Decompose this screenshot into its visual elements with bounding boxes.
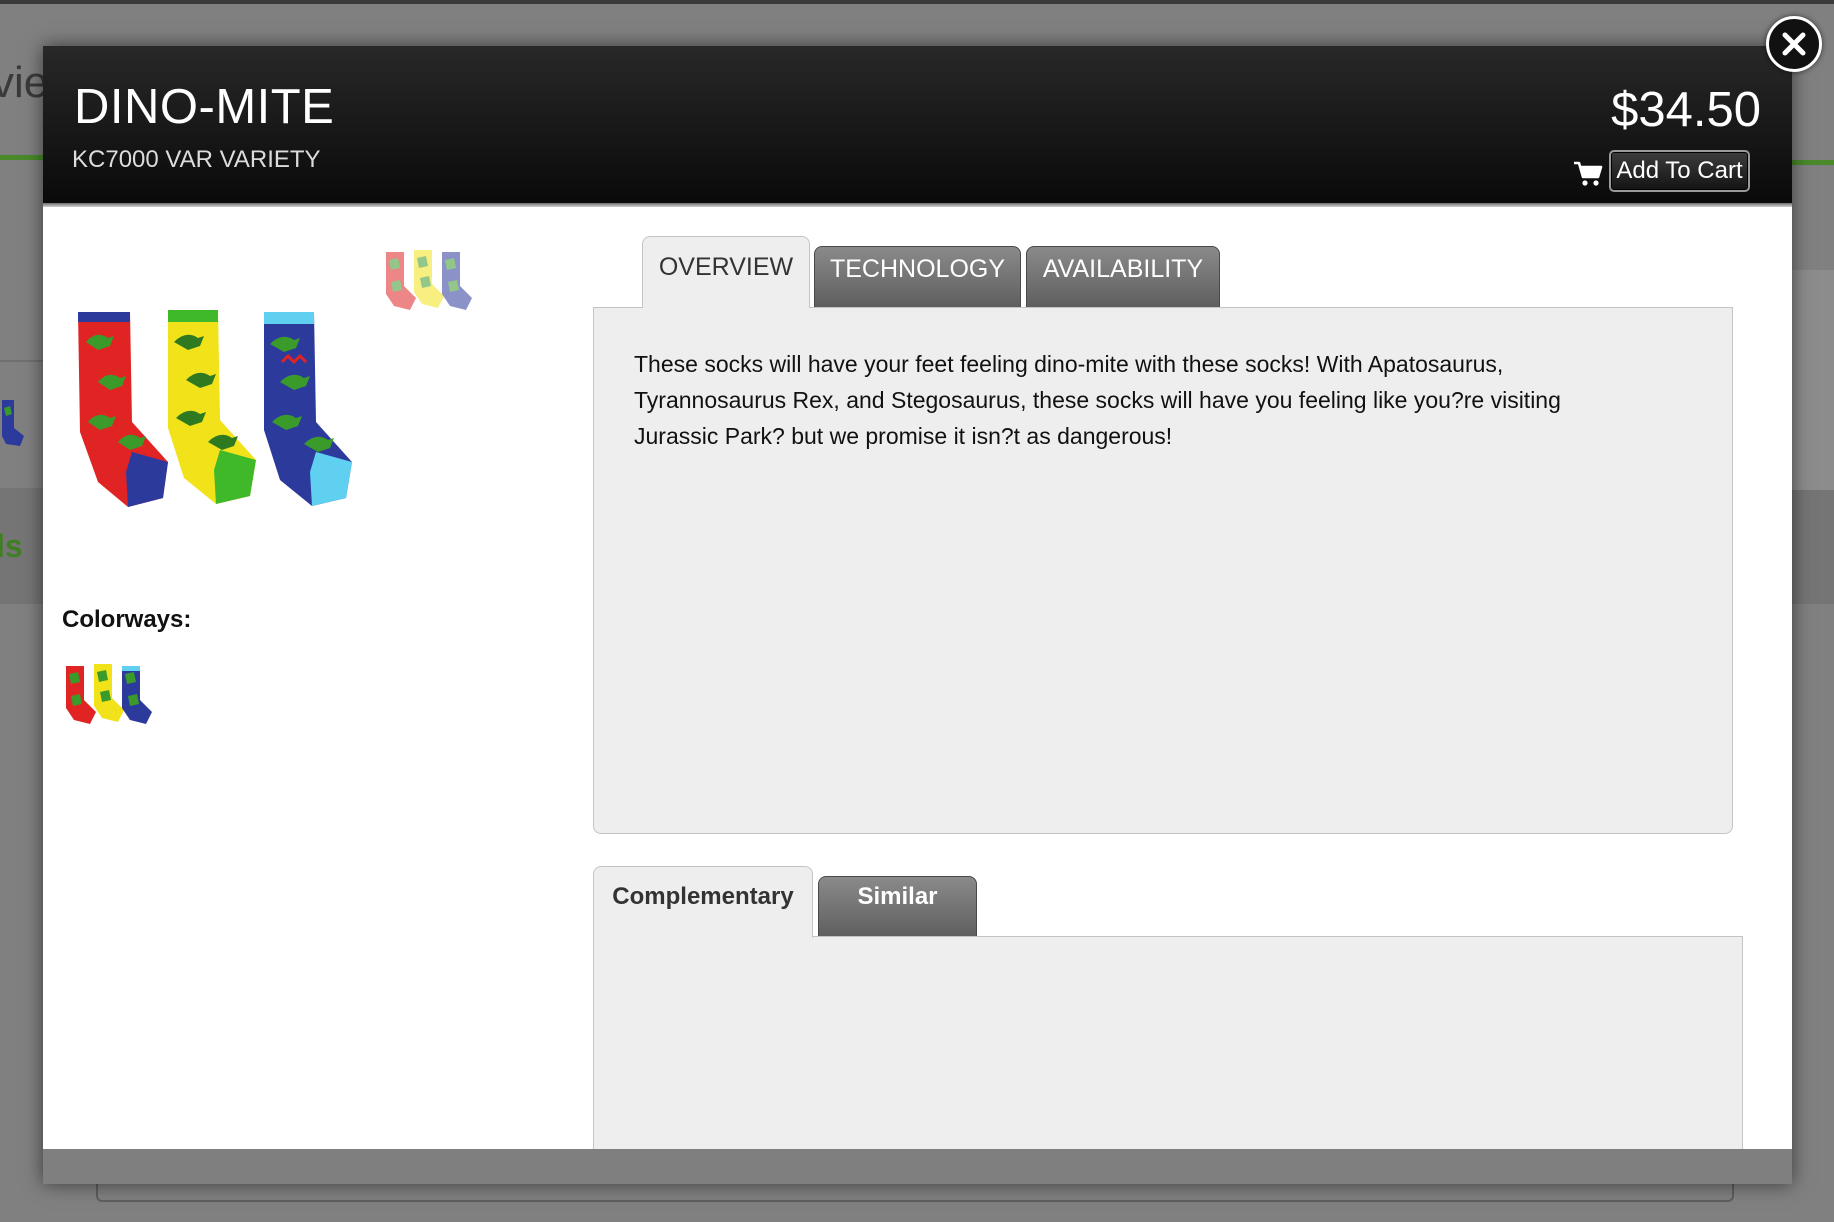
blue-sock [264, 312, 352, 506]
product-sku: KC7000 VAR VARIETY [72, 146, 321, 173]
tab-similar[interactable]: Similar [818, 876, 977, 938]
product-thumbnail[interactable] [380, 246, 480, 316]
shopping-cart-icon[interactable] [1573, 158, 1603, 188]
background-sock-thumbnail [2, 400, 24, 446]
colorway-swatch-variety[interactable] [62, 660, 162, 730]
related-products-panel [593, 936, 1743, 1184]
product-title: DINO-MITE [74, 80, 335, 134]
background-green-rule [0, 155, 44, 160]
background-side-panel [1790, 270, 1834, 490]
background-top-strip [0, 0, 1834, 4]
close-modal-button[interactable] [1766, 16, 1822, 72]
background-green-rule-right [1790, 160, 1834, 165]
background-link-fragment: ls [0, 528, 23, 564]
tab-technology[interactable]: TECHNOLOGY [814, 246, 1021, 308]
modal-footer [43, 1149, 1792, 1184]
yellow-sock [168, 310, 256, 504]
background-heading-fragment: vie [0, 58, 49, 107]
colorways-label: Colorways: [62, 606, 192, 633]
add-to-cart-button[interactable]: Add To Cart [1609, 150, 1750, 192]
red-sock [78, 312, 168, 507]
modal-header: DINO-MITE KC7000 VAR VARIETY $34.50 Add … [43, 46, 1792, 207]
product-quickview-modal: DINO-MITE KC7000 VAR VARIETY $34.50 Add … [43, 46, 1792, 1184]
background-divider [0, 360, 44, 362]
background-band-right [1790, 488, 1834, 604]
tab-overview[interactable]: OVERVIEW [642, 236, 810, 308]
overview-panel: These socks will have your feet feeling … [593, 307, 1733, 834]
tab-complementary[interactable]: Complementary [593, 866, 813, 938]
product-description: These socks will have your feet feeling … [634, 351, 1561, 449]
close-icon [1782, 32, 1806, 56]
product-price: $34.50 [1611, 83, 1761, 137]
tab-availability[interactable]: AVAILABILITY [1026, 246, 1220, 308]
product-main-image [78, 310, 352, 507]
